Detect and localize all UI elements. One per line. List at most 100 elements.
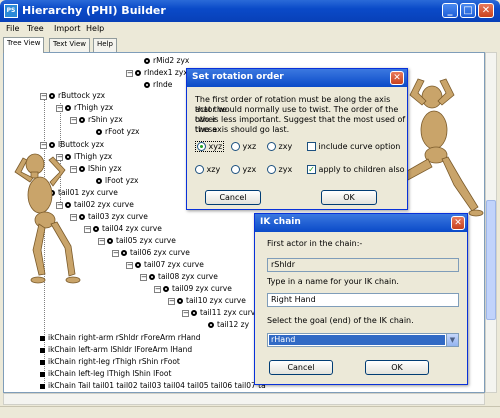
tree-node[interactable]: − rThigh yzx bbox=[56, 103, 113, 113]
tree-node[interactable]: ikChain left-arm lShldr lForeArm lHand bbox=[40, 345, 192, 355]
joint-icon bbox=[49, 142, 55, 148]
apply-children-checkbox[interactable]: ✓ apply to children also bbox=[307, 165, 405, 174]
collapse-icon[interactable]: − bbox=[182, 309, 189, 317]
joint-icon bbox=[149, 274, 155, 280]
tree-node[interactable]: − lButtock yzx bbox=[40, 140, 104, 150]
dialog-close-button[interactable]: ✕ bbox=[390, 71, 404, 85]
radio-icon bbox=[197, 142, 206, 151]
tree-node[interactable]: − tail09 zyx curve bbox=[154, 284, 232, 294]
tree-node[interactable]: − tail07 zyx curve bbox=[126, 260, 204, 270]
joint-icon bbox=[96, 129, 102, 135]
goal-dropdown[interactable]: rHand ▼ bbox=[267, 333, 459, 347]
window-title: Hierarchy (PHI) Builder bbox=[22, 4, 166, 17]
collapse-icon[interactable]: − bbox=[40, 141, 47, 149]
maximize-button[interactable]: □ bbox=[460, 3, 476, 18]
joint-icon bbox=[135, 262, 141, 268]
joint-icon bbox=[107, 238, 113, 244]
collapse-icon[interactable]: − bbox=[40, 92, 47, 100]
tree-node[interactable]: rInde bbox=[144, 80, 172, 90]
radio-yxz[interactable]: yxz bbox=[231, 142, 256, 151]
radio-icon bbox=[267, 142, 276, 151]
tree-node[interactable]: ikChain right-leg rThigh rShin rFoot bbox=[40, 357, 180, 367]
tab-tree-view[interactable]: Tree View bbox=[3, 37, 45, 53]
collapse-icon[interactable]: − bbox=[126, 69, 133, 77]
tree-node[interactable]: − tail06 zyx curve bbox=[112, 248, 190, 258]
status-bar bbox=[0, 406, 500, 418]
tree-node[interactable]: − tail10 zyx curve bbox=[168, 296, 246, 306]
collapse-icon[interactable]: − bbox=[168, 297, 175, 305]
joint-icon bbox=[96, 178, 102, 184]
radio-xzy[interactable]: xzy bbox=[195, 165, 220, 174]
cancel-button[interactable]: Cancel bbox=[269, 360, 333, 375]
tab-help[interactable]: Help bbox=[93, 38, 117, 52]
chain-name-input[interactable]: Right Hand bbox=[267, 293, 459, 307]
collapse-icon[interactable]: − bbox=[70, 116, 77, 124]
ik-chain-icon bbox=[40, 359, 45, 365]
goal-selected-value: rHand bbox=[269, 335, 445, 345]
radio-icon bbox=[267, 165, 276, 174]
tree-node[interactable]: rFoot yzx bbox=[96, 127, 139, 137]
chain-name-label: Type in a name for your IK chain. bbox=[267, 277, 399, 286]
collapse-icon[interactable]: − bbox=[56, 104, 63, 112]
menu-tree[interactable]: Tree bbox=[27, 24, 44, 33]
ik-chain-icon bbox=[40, 371, 45, 377]
ik-chain-icon bbox=[40, 383, 45, 389]
radio-icon bbox=[231, 142, 240, 151]
tree-node[interactable]: tail12 zy bbox=[208, 320, 249, 330]
radio-zyx[interactable]: zyx bbox=[267, 165, 292, 174]
tree-node[interactable]: − tail05 zyx curve bbox=[98, 236, 176, 246]
tree-node[interactable]: − tail08 zyx curve bbox=[140, 272, 218, 282]
joint-icon bbox=[65, 105, 71, 111]
ok-button[interactable]: OK bbox=[321, 190, 377, 205]
joint-icon bbox=[49, 93, 55, 99]
tree-node[interactable]: − rShin yzx bbox=[70, 115, 123, 125]
collapse-icon[interactable]: − bbox=[140, 273, 147, 281]
tree-node[interactable]: ikChain Tail tail01 tail02 tail03 tail04… bbox=[40, 381, 266, 391]
tab-text-view[interactable]: Text View bbox=[49, 38, 90, 52]
menu-import[interactable]: Import bbox=[54, 24, 81, 33]
joint-icon bbox=[135, 70, 141, 76]
joint-icon bbox=[121, 250, 127, 256]
chevron-down-icon[interactable]: ▼ bbox=[446, 334, 458, 346]
minimize-button[interactable]: _ bbox=[442, 3, 458, 18]
dialog-title[interactable]: IK chain bbox=[255, 214, 467, 232]
horizontal-scrollbar[interactable] bbox=[3, 393, 485, 405]
joint-icon bbox=[177, 298, 183, 304]
tree-node[interactable]: ikChain left-leg lThigh lShin lFoot bbox=[40, 369, 171, 379]
tree-node[interactable]: − tail11 zyx curve bbox=[182, 308, 260, 318]
dialog-title[interactable]: Set rotation order bbox=[187, 69, 407, 87]
radio-xyz[interactable]: xyz bbox=[195, 141, 225, 152]
ik-chain-dialog[interactable]: IK chain ✕ First actor in the chain:- rS… bbox=[254, 213, 468, 385]
joint-icon bbox=[208, 322, 214, 328]
ok-button[interactable]: OK bbox=[365, 360, 429, 375]
collapse-icon[interactable]: − bbox=[126, 261, 133, 269]
radio-yzx[interactable]: yzx bbox=[231, 165, 256, 174]
first-actor-label: First actor in the chain:- bbox=[267, 239, 363, 248]
collapse-icon[interactable]: − bbox=[112, 249, 119, 257]
joint-icon bbox=[144, 82, 150, 88]
rotation-order-dialog[interactable]: Set rotation order ✕ The first order of … bbox=[186, 68, 408, 210]
joint-icon bbox=[163, 286, 169, 292]
menu-file[interactable]: File bbox=[6, 24, 19, 33]
dialog-close-button[interactable]: ✕ bbox=[451, 216, 465, 230]
menu-help[interactable]: Help bbox=[86, 24, 104, 33]
checkmark-icon: ✓ bbox=[307, 165, 316, 174]
cancel-button[interactable]: Cancel bbox=[205, 190, 261, 205]
ik-chain-icon bbox=[40, 335, 45, 341]
tree-node[interactable]: − tail04 zyx curve bbox=[84, 224, 162, 234]
collapse-icon[interactable]: − bbox=[154, 285, 161, 293]
close-button[interactable]: ✕ bbox=[478, 3, 494, 18]
radio-icon bbox=[231, 165, 240, 174]
radio-zxy[interactable]: zxy bbox=[267, 142, 292, 151]
tree-node[interactable]: rMid2 zyx bbox=[144, 56, 189, 66]
collapse-icon[interactable]: − bbox=[98, 237, 105, 245]
joint-icon bbox=[79, 117, 85, 123]
tree-node[interactable]: lFoot yzx bbox=[96, 176, 138, 186]
radio-icon bbox=[195, 165, 204, 174]
tree-node[interactable]: − rButtock yzx bbox=[40, 91, 105, 101]
tree-node[interactable]: − rIndex1 zyx bbox=[126, 68, 188, 78]
joint-icon bbox=[144, 58, 150, 64]
tree-node[interactable]: ikChain right-arm rShldr rForeArm rHand bbox=[40, 333, 201, 343]
include-curve-checkbox[interactable]: include curve option bbox=[307, 142, 400, 151]
goal-label: Select the goal (end) of the IK chain. bbox=[267, 316, 414, 325]
